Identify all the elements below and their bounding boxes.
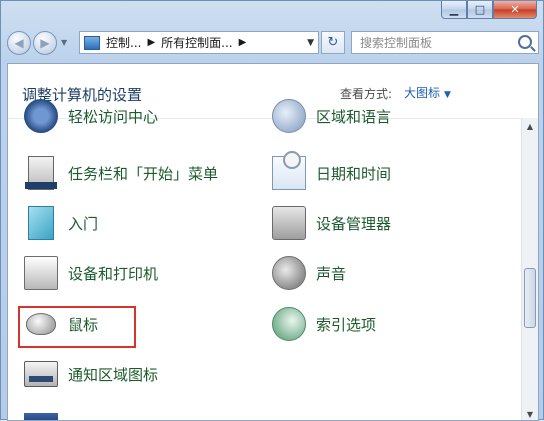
content-pane: 调整计算机的设置 查看方式: 大图标 ▼ 轻松访问中心 区域和语言 任务栏和「开始… — [7, 63, 539, 421]
item-taskbar-start-menu[interactable]: 任务栏和「开始」菜单 — [24, 155, 218, 191]
getting-started-icon — [28, 206, 54, 240]
breadcrumb-separator-icon[interactable]: ▶ — [147, 37, 155, 48]
item-sound[interactable]: 声音 — [272, 255, 346, 291]
search-icon[interactable] — [518, 35, 532, 49]
item-label: 设备管理器 — [316, 214, 392, 233]
taskbar-icon — [25, 156, 57, 190]
vertical-scrollbar[interactable]: ▲ ▼ — [521, 118, 538, 420]
device-manager-icon — [272, 206, 306, 240]
breadcrumb-all-items[interactable]: 所有控制面... — [161, 34, 232, 51]
item-region-language[interactable]: 区域和语言 — [272, 98, 391, 134]
recent-pages-dropdown[interactable]: ▼ — [61, 38, 67, 47]
speaker-icon — [272, 256, 306, 290]
address-dropdown-icon[interactable]: ▼ — [307, 38, 314, 48]
printer-icon — [24, 256, 58, 290]
item-devices-printers[interactable]: 设备和打印机 — [24, 255, 158, 291]
scrollbar-thumb[interactable] — [524, 268, 536, 328]
refresh-icon: ↻ — [327, 35, 339, 50]
mouse-item-highlight-box — [18, 306, 136, 348]
globe-clock-icon — [272, 99, 306, 133]
item-label: 声音 — [316, 264, 347, 283]
back-button[interactable]: ◀ — [7, 31, 31, 55]
item-label: 入门 — [68, 214, 99, 233]
control-panel-items: 轻松访问中心 区域和语言 任务栏和「开始」菜单 日期和时间 入门 设备管理器 设… — [8, 99, 518, 420]
navigation-bar: ◀ ▶ ▼ 控制... ▶ 所有控制面... ▶ ▼ ↻ — [7, 29, 539, 57]
item-date-time[interactable]: 日期和时间 — [272, 151, 392, 191]
breadcrumb-separator-icon[interactable]: ▶ — [239, 37, 247, 48]
item-getting-started[interactable]: 入门 — [24, 205, 98, 241]
arrow-right-icon: ▶ — [40, 36, 50, 50]
item-partially-visible[interactable] — [24, 388, 58, 420]
chevron-down-icon[interactable]: ▼ — [444, 90, 451, 100]
maximize-icon: □ — [474, 3, 486, 16]
minimize-button[interactable]: ▁ — [441, 1, 467, 19]
item-label: 通知区域图标 — [68, 365, 159, 384]
view-by-value[interactable]: 大图标 — [404, 86, 440, 100]
window-caption-buttons: ▁ □ ✕ — [441, 1, 537, 19]
maximize-button[interactable]: □ — [467, 1, 493, 19]
address-bar[interactable]: 控制... ▶ 所有控制面... ▶ ▼ — [79, 31, 319, 54]
minimize-icon: ▁ — [449, 3, 459, 16]
item-device-manager[interactable]: 设备管理器 — [272, 205, 391, 241]
item-label: 区域和语言 — [316, 107, 392, 126]
item-indexing-options[interactable]: 索引选项 — [272, 306, 376, 342]
refresh-button[interactable]: ↻ — [321, 31, 345, 54]
arrow-left-icon: ◀ — [14, 36, 24, 50]
search-input[interactable] — [360, 35, 510, 50]
forward-button[interactable]: ▶ — [33, 31, 57, 55]
ease-of-access-icon — [24, 99, 58, 133]
scroll-down-icon[interactable]: ▼ — [522, 406, 538, 420]
search-box[interactable] — [351, 31, 539, 54]
item-label: 索引选项 — [316, 315, 377, 334]
item-label: 日期和时间 — [316, 164, 392, 183]
indexing-search-icon — [272, 307, 306, 341]
close-icon: ✕ — [510, 3, 520, 16]
calendar-clock-icon — [272, 151, 306, 190]
item-ease-of-access[interactable]: 轻松访问中心 — [24, 98, 158, 134]
scroll-up-icon[interactable]: ▲ — [522, 118, 538, 134]
item-label: 轻松访问中心 — [68, 107, 159, 126]
close-button[interactable]: ✕ — [493, 1, 537, 19]
item-notification-area-icons[interactable]: 通知区域图标 — [24, 356, 158, 392]
notification-area-icon — [24, 361, 58, 387]
view-by-dropdown[interactable]: 大图标 ▼ — [404, 84, 451, 101]
item-label: 任务栏和「开始」菜单 — [68, 164, 219, 183]
item-label: 设备和打印机 — [68, 264, 159, 283]
control-panel-window: ▁ □ ✕ ◀ ▶ ▼ 控制... ▶ 所有控制面... ▶ ▼ ↻ 调整计算机… — [0, 0, 544, 421]
control-panel-icon — [84, 35, 100, 50]
breadcrumb-control-panel[interactable]: 控制... — [106, 34, 141, 51]
